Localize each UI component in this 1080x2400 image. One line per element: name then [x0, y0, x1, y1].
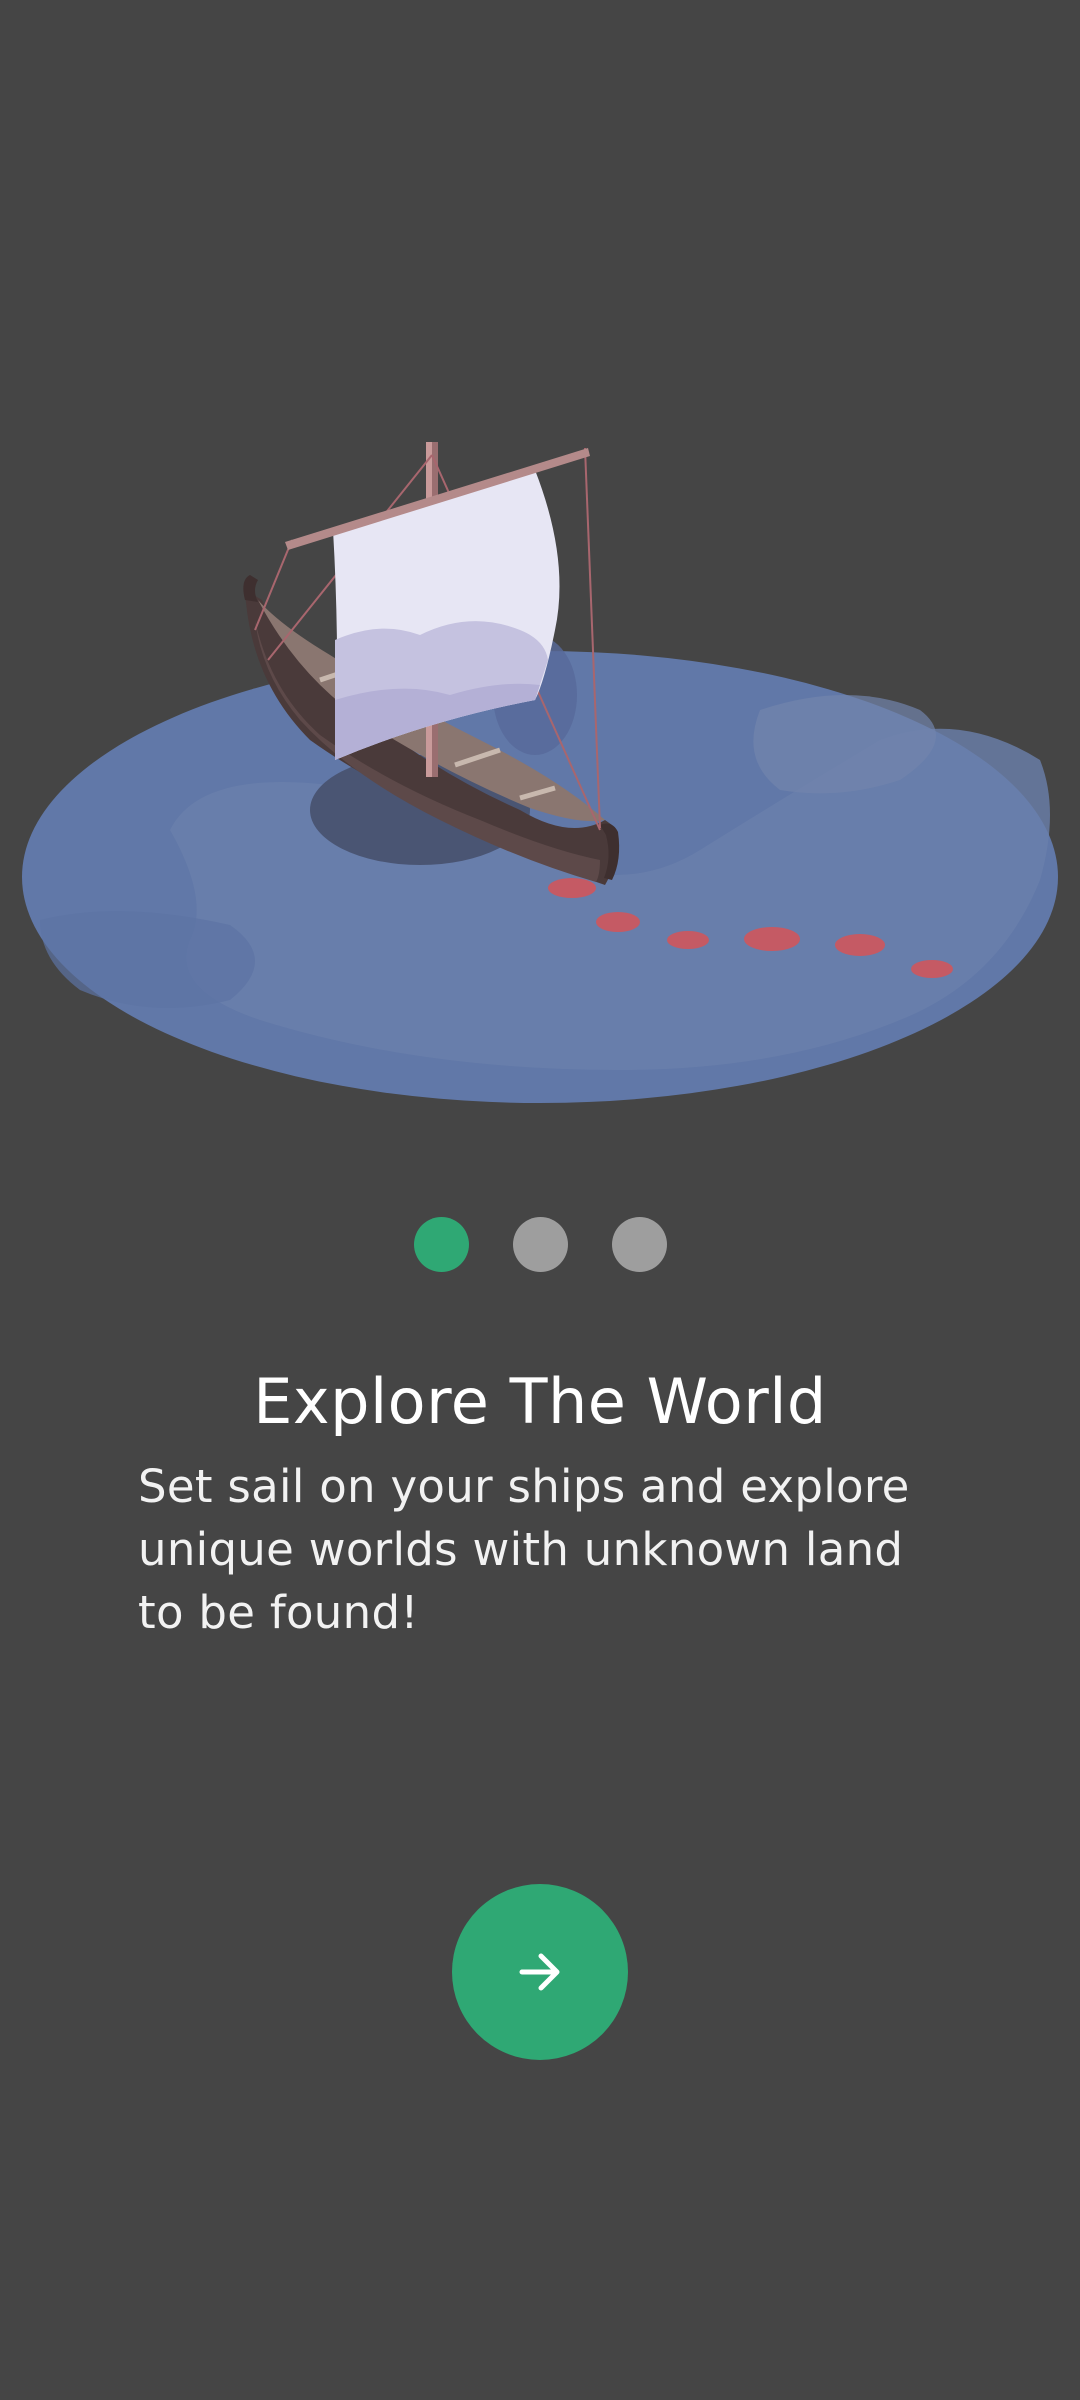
onboarding-screen: Explore The World Set sail on your ships…	[0, 0, 1080, 2400]
arrow-right-icon	[519, 1953, 560, 1991]
stern-post	[243, 575, 258, 602]
water-patch	[40, 911, 255, 1008]
onboarding-title: Explore The World	[253, 1365, 827, 1438]
onboarding-description: Set sail on your ships and explore uniqu…	[138, 1460, 910, 1639]
page-dot-3[interactable]	[611, 1217, 667, 1272]
page-dot-2[interactable]	[512, 1217, 568, 1272]
page-dot-1[interactable]	[413, 1217, 469, 1272]
next-button[interactable]	[452, 1884, 628, 2060]
viking-ship-illustration	[22, 442, 1058, 1103]
page-indicator	[0, 1217, 1080, 1272]
